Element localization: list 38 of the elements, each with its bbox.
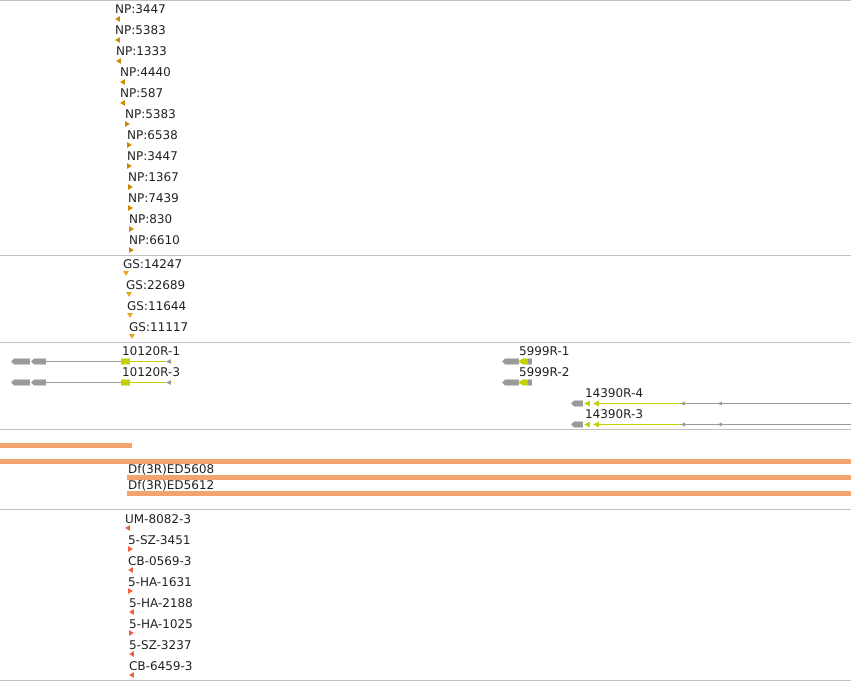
feature-label: NP:6610 — [129, 233, 180, 247]
feature-label: 5-HA-1025 — [129, 617, 193, 631]
feature-label: UM-8082-3 — [125, 512, 191, 526]
feature-label: NP:3447 — [127, 149, 178, 163]
feature-label: Df(3R)ED5608 — [128, 462, 214, 476]
feature-label: NP:7439 — [128, 191, 179, 205]
feature-label: NP:1333 — [116, 44, 167, 58]
feature-label: GS:22689 — [126, 278, 186, 292]
triangle-down-icon — [129, 334, 135, 339]
feature-label: 5-SZ-3451 — [128, 533, 190, 547]
feature-label: NP:5383 — [125, 107, 176, 121]
feature-label: 5999R-2 — [519, 365, 570, 379]
feature-label: 5999R-1 — [519, 344, 570, 358]
triangle-down-icon — [126, 292, 132, 297]
feature-label: NP:6538 — [127, 128, 178, 142]
feature-label: NP:830 — [129, 212, 172, 226]
gene-model-drawing — [502, 358, 532, 365]
feature-label: GS:11117 — [129, 320, 188, 334]
feature-label: NP:3447 — [115, 2, 166, 16]
feature-label: GS:14247 — [123, 257, 182, 271]
feature-label: 5-HA-1631 — [128, 575, 192, 589]
feature-label: 10120R-3 — [122, 365, 180, 379]
gene-model-drawing — [502, 379, 532, 386]
feature-label: 14390R-3 — [585, 407, 643, 421]
feature-label: CB-0569-3 — [128, 554, 192, 568]
feature-label: NP:1367 — [128, 170, 179, 184]
feature-label: 5-SZ-3237 — [129, 638, 192, 652]
feature-label: NP:5383 — [115, 23, 166, 37]
feature-label: NP:4440 — [120, 65, 171, 79]
triangle-down-icon — [127, 313, 133, 318]
feature-label: 14390R-4 — [585, 386, 643, 400]
triangle-down-icon — [123, 271, 129, 276]
feature-label: CB-6459-3 — [129, 659, 192, 673]
feature-label: Df(3R)ED5612 — [128, 478, 214, 492]
feature-label: GS:11644 — [127, 299, 186, 313]
feature-label: 5-HA-2188 — [129, 596, 193, 610]
feature-label: 10120R-1 — [122, 344, 180, 358]
feature-label: NP:587 — [120, 86, 164, 100]
